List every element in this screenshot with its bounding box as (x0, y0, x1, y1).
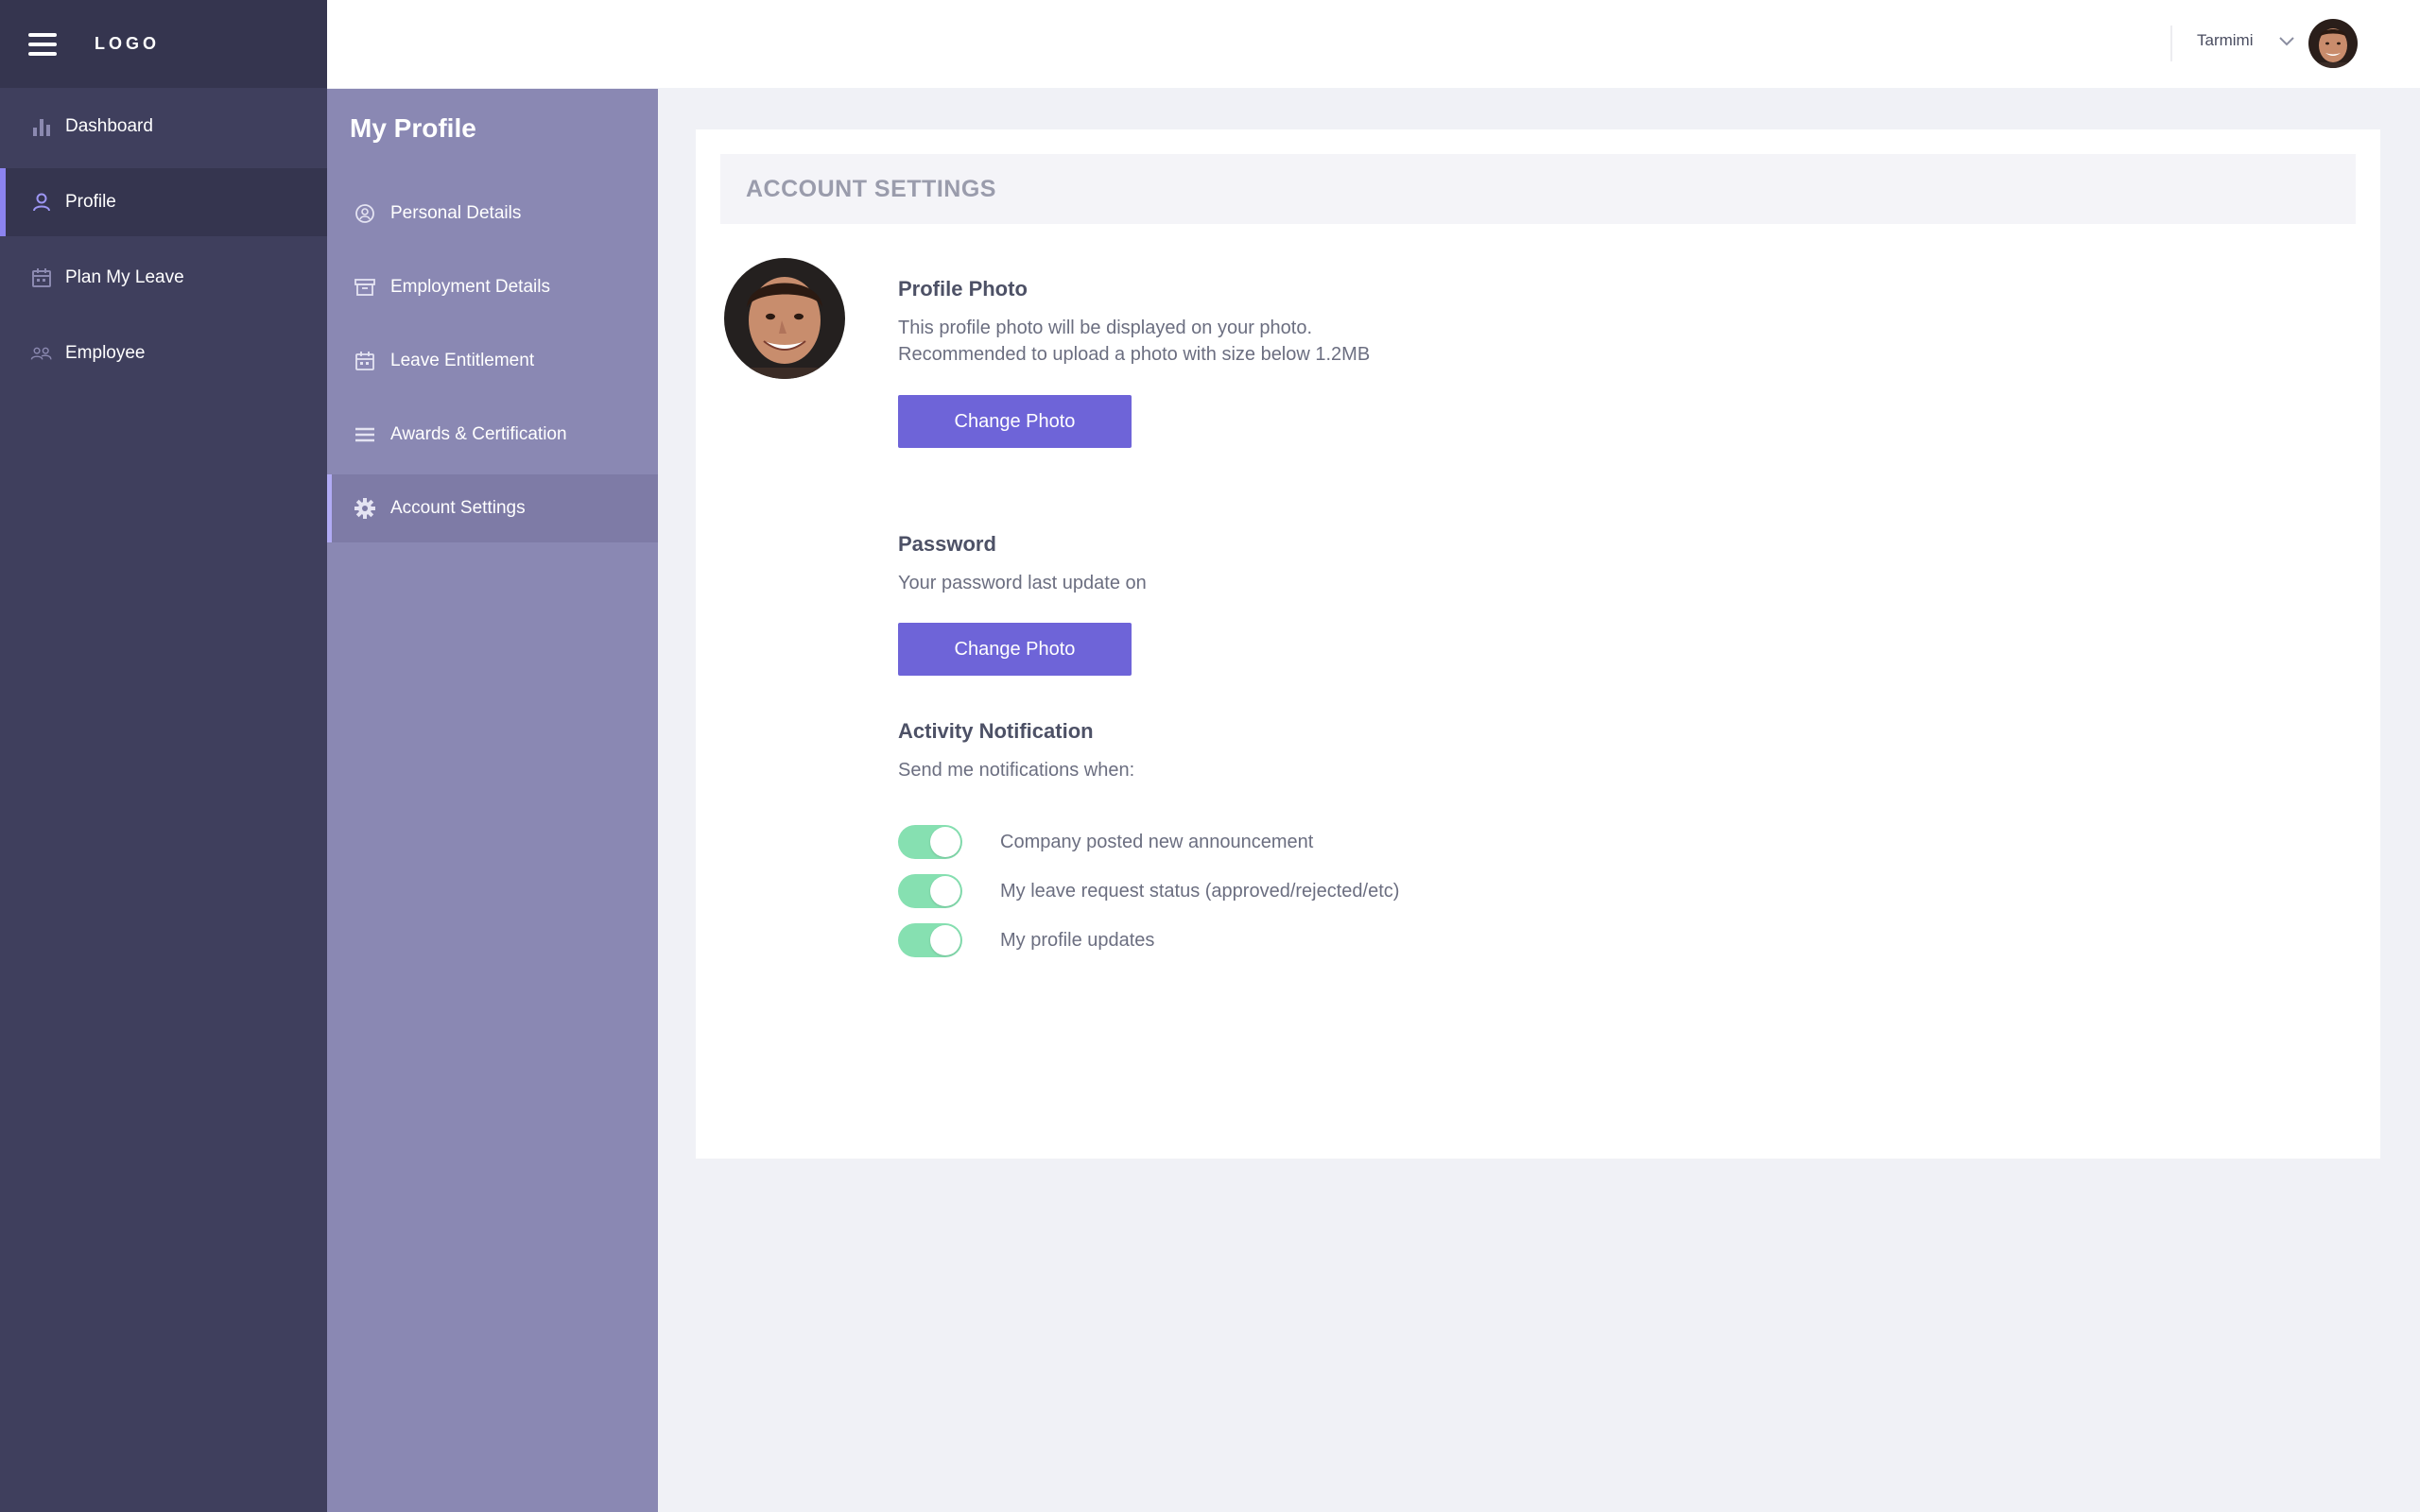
account-settings-card: ACCOUNT SETTINGS Profile Photo This prof… (696, 129, 2380, 1159)
card-header: ACCOUNT SETTINGS (720, 154, 2356, 224)
subnav-item-label: Awards & Certification (390, 424, 567, 444)
header-divider (2170, 26, 2172, 61)
bar-chart-icon (30, 115, 53, 138)
main-sidebar: LOGO Dashboard Profile Plan My Leave Emp… (0, 0, 327, 1512)
subnav-item-label: Personal Details (390, 203, 522, 223)
notification-row-profile-updates: My profile updates (898, 923, 1154, 957)
change-photo-button[interactable]: Change Photo (898, 395, 1132, 448)
sidebar-item-employee[interactable]: Employee (0, 319, 327, 387)
calendar-icon (30, 266, 53, 289)
user-circle-icon (354, 202, 376, 225)
archive-box-icon (354, 276, 376, 299)
sidebar-item-label: Plan My Leave (65, 267, 184, 287)
sidebar-item-label: Dashboard (65, 116, 153, 136)
profile-photo-description-line1: This profile photo will be displayed on … (898, 318, 1313, 338)
sidebar-item-plan-my-leave[interactable]: Plan My Leave (0, 244, 327, 312)
subnav-item-label: Leave Entitlement (390, 351, 535, 370)
subnav-item-awards-certification[interactable]: Awards & Certification (327, 401, 658, 469)
chevron-down-icon[interactable] (2278, 34, 2295, 51)
logo[interactable]: LOGO (95, 34, 160, 54)
sidebar-header: LOGO (0, 0, 327, 88)
notification-toggle[interactable] (898, 825, 962, 859)
subnav-item-leave-entitlement[interactable]: Leave Entitlement (327, 327, 658, 395)
subnav-item-label: Account Settings (390, 498, 526, 518)
user-icon (30, 191, 53, 214)
users-icon (30, 342, 53, 365)
notification-label: My leave request status (approved/reject… (1000, 880, 1400, 902)
toggle-knob (930, 925, 960, 955)
sidebar-nav: Dashboard Profile Plan My Leave Employee (0, 93, 327, 387)
subnav-item-label: Employment Details (390, 277, 550, 297)
gear-icon (354, 497, 376, 520)
sidebar-item-label: Profile (65, 192, 116, 212)
calendar-icon (354, 350, 376, 372)
avatar[interactable] (2308, 19, 2358, 68)
profile-subnav: My Profile Personal Details Employment D… (327, 89, 658, 1512)
list-lines-icon (354, 423, 376, 446)
profile-photo (724, 258, 845, 379)
subnav-list: Personal Details Employment Details Leav… (327, 180, 658, 542)
notification-toggle[interactable] (898, 874, 962, 908)
notification-row-announcement: Company posted new announcement (898, 825, 1313, 859)
subnav-title: My Profile (350, 113, 476, 143)
change-password-button[interactable]: Change Photo (898, 623, 1132, 676)
hamburger-menu-icon[interactable] (28, 32, 57, 56)
notification-row-leave-status: My leave request status (approved/reject… (898, 874, 1399, 908)
page-title: ACCOUNT SETTINGS (746, 176, 996, 202)
subnav-item-employment-details[interactable]: Employment Details (327, 253, 658, 321)
subnav-item-personal-details[interactable]: Personal Details (327, 180, 658, 248)
toggle-knob (930, 827, 960, 857)
sidebar-item-dashboard[interactable]: Dashboard (0, 93, 327, 161)
top-header: Tarmimi (327, 0, 2420, 88)
profile-photo-description-line2: Recommended to upload a photo with size … (898, 344, 1371, 365)
profile-photo-title: Profile Photo (898, 277, 1028, 301)
notification-label: Company posted new announcement (1000, 831, 1314, 852)
notification-toggle[interactable] (898, 923, 962, 957)
password-title: Password (898, 532, 996, 556)
user-name[interactable]: Tarmimi (2197, 31, 2254, 50)
subnav-item-account-settings[interactable]: Account Settings (327, 474, 658, 542)
activity-notification-title: Activity Notification (898, 719, 1094, 743)
activity-notification-subtitle: Send me notifications when: (898, 760, 1135, 781)
toggle-knob (930, 876, 960, 906)
sidebar-item-profile[interactable]: Profile (0, 168, 327, 236)
sidebar-item-label: Employee (65, 343, 146, 363)
notification-label: My profile updates (1000, 929, 1155, 951)
password-description: Your password last update on (898, 573, 1147, 593)
